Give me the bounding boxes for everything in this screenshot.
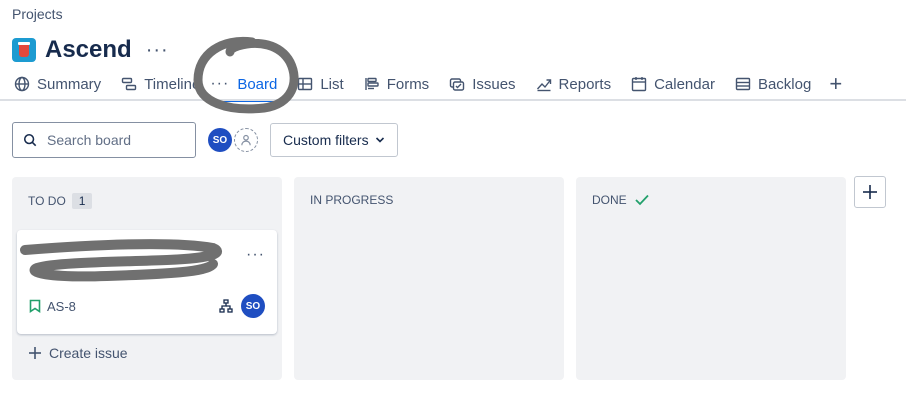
tab-issues[interactable]: Issues [449, 68, 516, 100]
globe-icon [14, 76, 30, 92]
column-title: DONE [592, 193, 627, 207]
create-issue-button[interactable]: Create issue [28, 345, 128, 361]
plus-icon [29, 347, 41, 359]
column-done: DONE [576, 177, 846, 380]
search-icon [23, 133, 37, 147]
column-title: IN PROGRESS [310, 193, 394, 207]
column-todo: TO DO 1 ··· AS-8 SO Create issue [12, 177, 282, 380]
issue-key[interactable]: AS-8 [47, 299, 76, 314]
tab-label: Calendar [654, 75, 715, 93]
tab-list[interactable]: List [297, 68, 344, 100]
issue-card[interactable]: ··· AS-8 SO [17, 230, 277, 334]
add-tab-button[interactable]: + [829, 68, 842, 100]
tab-timeline[interactable]: Timeline [121, 68, 200, 100]
tab-backlog[interactable]: Backlog [735, 68, 811, 100]
custom-filters-button[interactable]: Custom filters [270, 123, 398, 157]
person-icon [241, 134, 251, 146]
card-footer: AS-8 SO [29, 294, 265, 318]
project-logo-icon [12, 38, 36, 62]
custom-filters-label: Custom filters [283, 132, 369, 148]
column-title: TO DO [28, 194, 66, 208]
tab-label: Summary [37, 75, 102, 93]
project-header: Ascend ··· [12, 36, 169, 64]
add-column-button[interactable] [854, 176, 886, 208]
forms-icon [364, 77, 379, 90]
card-meta: SO [219, 294, 265, 318]
list-icon [298, 77, 313, 91]
redacted-title-scribble [20, 239, 222, 282]
story-bookmark-icon [29, 299, 41, 313]
issues-icon [449, 78, 465, 91]
breadcrumb[interactable]: Projects [12, 6, 63, 22]
board-toolbar: SO Custom filters [12, 120, 398, 160]
timeline-icon [121, 77, 137, 91]
search-input[interactable] [45, 131, 189, 149]
tab-label: Issues [472, 75, 516, 93]
project-title: Ascend [45, 36, 132, 63]
card-more-button[interactable]: ··· [246, 246, 265, 264]
column-header: DONE [592, 193, 649, 207]
chevron-down-icon [375, 137, 384, 143]
create-issue-label: Create issue [49, 345, 128, 361]
tab-more-icon[interactable]: ··· [210, 75, 229, 93]
user-avatar[interactable]: SO [208, 128, 232, 152]
tab-forms[interactable]: Forms [364, 68, 430, 100]
tab-label: Board [237, 75, 278, 93]
unassigned-avatar[interactable] [234, 128, 258, 152]
issue-count-badge: 1 [71, 193, 93, 209]
reports-icon [536, 79, 551, 92]
check-icon [635, 194, 649, 206]
backlog-icon [735, 77, 751, 91]
tab-label: Backlog [757, 75, 812, 93]
search-box[interactable] [12, 122, 196, 158]
tab-label: Reports [558, 75, 612, 93]
tab-reports[interactable]: Reports [536, 68, 612, 100]
column-header: IN PROGRESS [310, 193, 393, 207]
column-header: TO DO 1 [28, 193, 93, 209]
tab-board[interactable]: ··· Board [210, 68, 278, 102]
assignee-avatar[interactable]: SO [241, 294, 265, 318]
column-in-progress: IN PROGRESS [294, 177, 564, 380]
hierarchy-icon [219, 299, 233, 313]
tab-label: Timeline [144, 75, 201, 93]
project-more-button[interactable]: ··· [146, 40, 169, 60]
tab-label: List [320, 75, 344, 93]
tabs-divider [0, 99, 906, 101]
calendar-icon [631, 77, 647, 92]
assignee-filter: SO [208, 128, 258, 152]
tab-label: Forms [386, 75, 430, 93]
plus-icon [863, 185, 877, 199]
tab-summary[interactable]: Summary [14, 68, 101, 100]
tab-calendar[interactable]: Calendar [631, 68, 715, 100]
project-tabs: Summary Timeline ··· Board List Forms Is… [14, 68, 862, 102]
